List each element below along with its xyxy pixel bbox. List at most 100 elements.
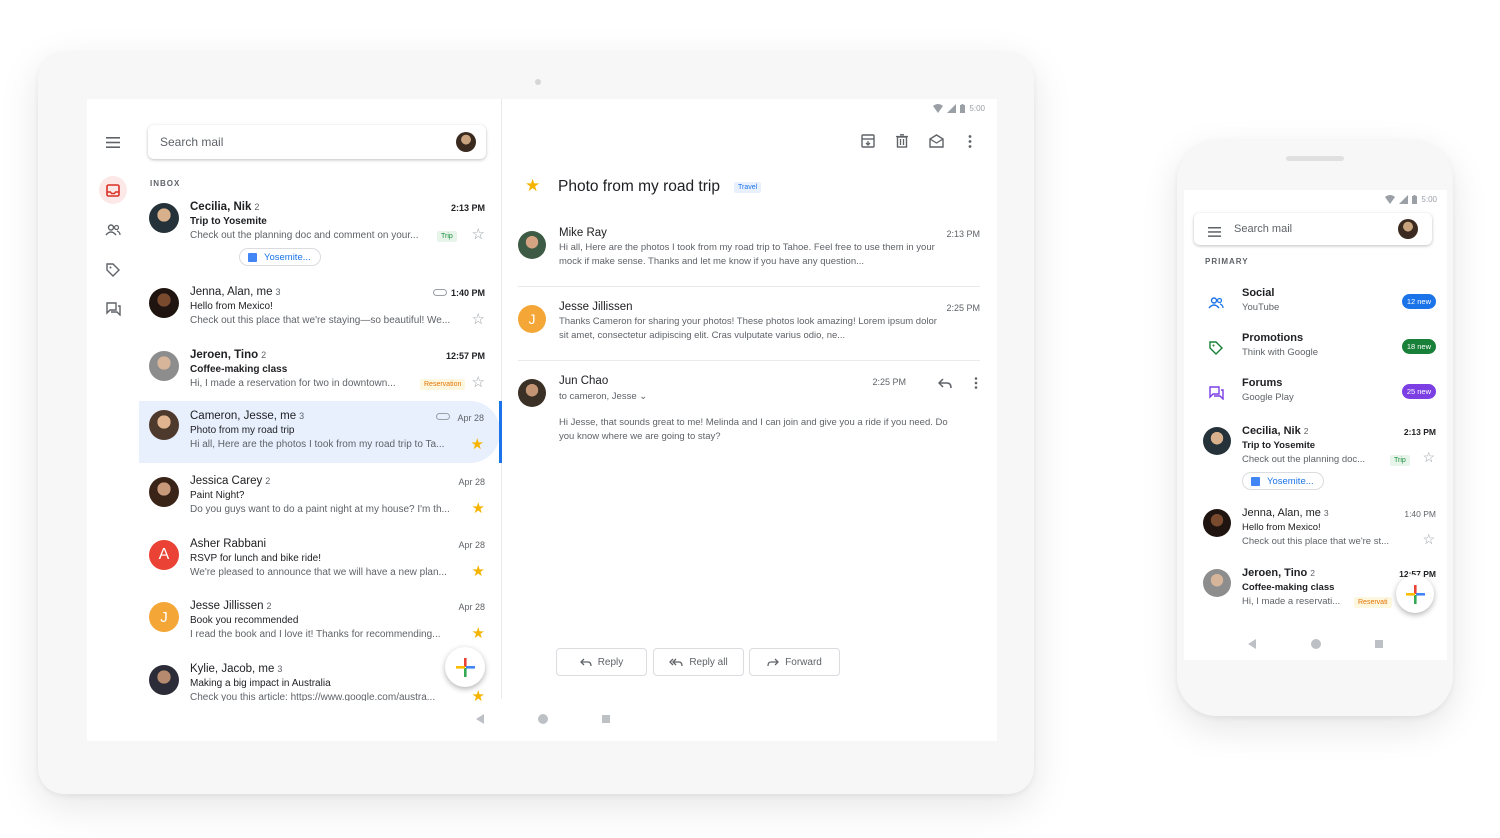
mail-time: 2:13 PM: [450, 203, 485, 213]
tag-icon[interactable]: [101, 258, 125, 282]
thread-message[interactable]: Mike Ray 2:13 PM Hi all, Here are the ph…: [518, 227, 982, 277]
avatar: [149, 203, 179, 233]
star-icon[interactable]: ☆: [472, 312, 485, 327]
account-avatar[interactable]: [1398, 219, 1418, 239]
mail-subject: Coffee-making class: [1242, 582, 1335, 593]
plus-icon: [456, 658, 475, 677]
message-time: 2:25 PM: [946, 303, 980, 313]
nav-recents-icon[interactable]: [602, 715, 610, 723]
nav-home-icon[interactable]: [1311, 639, 1321, 649]
mail-time: 1:40 PM: [1404, 509, 1436, 519]
avatar: [1203, 427, 1231, 455]
message-body: Hi all, Here are the photos I took from …: [559, 242, 935, 267]
list-item[interactable]: Jenna, Alan, me 3 1:40 PM Hello from Mexi…: [1184, 505, 1447, 563]
avatar: J: [149, 602, 179, 632]
divider: [518, 286, 980, 287]
avatar: [149, 288, 179, 318]
avatar: A: [149, 540, 179, 570]
attachment-chip[interactable]: Yosemite...: [1242, 472, 1324, 490]
forum-icon[interactable]: [101, 297, 125, 321]
mail-sender: Jeroen, Tino 2: [190, 349, 267, 361]
star-icon[interactable]: ☆: [472, 227, 485, 242]
pane-divider: [501, 99, 502, 699]
people-icon: [1206, 293, 1226, 313]
message-time: 2:13 PM: [946, 229, 980, 239]
compose-button[interactable]: [445, 647, 485, 687]
compose-button[interactable]: [1396, 575, 1434, 613]
doc-icon: [1251, 477, 1260, 486]
signal-icon: [947, 104, 957, 113]
mail-sender: Jenna, Alan, me 3: [190, 286, 281, 298]
forward-button[interactable]: Forward: [749, 648, 840, 676]
list-item[interactable]: Jenna, Alan, me 3 1:40 PM Hello from Mexi…: [139, 284, 501, 344]
status-time: 5:00: [969, 104, 985, 113]
people-icon[interactable]: [101, 218, 125, 242]
category-name: Forums: [1242, 377, 1283, 389]
thread-message[interactable]: J Jesse Jillissen 2:25 PM Thanks Cameron…: [518, 301, 982, 351]
menu-icon[interactable]: [1208, 224, 1221, 242]
reply-icon[interactable]: [937, 376, 952, 394]
nav-back-icon[interactable]: [1248, 639, 1256, 649]
thread-message-expanded[interactable]: Jun Chao to cameron, Jesse ⌄ 2:25 PM Hi …: [518, 375, 982, 455]
star-icon[interactable]: ★: [525, 176, 540, 196]
mail-sender: Jeroen, Tino 2: [1242, 567, 1315, 579]
mail-snippet: Hi, I made a reservati...: [1242, 596, 1341, 607]
list-item-selected[interactable]: Cameron, Jesse, me 3 Apr 28 Photo from my…: [139, 401, 500, 463]
label-chip-trip: Trip: [437, 231, 457, 242]
mail-sender: Asher Rabbani: [190, 538, 267, 550]
phone-screen: 5:00 Search mail PRIMARY Social YouTube …: [1184, 190, 1447, 660]
category-forums[interactable]: Forums Google Play 25 new: [1184, 377, 1447, 417]
star-icon[interactable]: ★: [471, 437, 484, 452]
account-avatar[interactable]: [456, 132, 476, 152]
system-nav-bar: [1184, 628, 1447, 660]
list-item[interactable]: Jeroen, Tino 2 12:57 PM Coffee-making cla…: [139, 347, 501, 407]
category-promotions[interactable]: Promotions Think with Google 18 new: [1184, 332, 1447, 372]
list-item[interactable]: A Asher Rabbani Apr 28 RSVP for lunch an…: [139, 536, 501, 596]
message-recipients[interactable]: to cameron, Jesse ⌄: [559, 391, 647, 402]
attachment-chip[interactable]: Yosemite...: [239, 248, 321, 266]
star-icon[interactable]: ★: [472, 564, 485, 579]
list-item[interactable]: Cecilia, Nik 2 2:13 PM Trip to Yosemite C…: [1184, 423, 1447, 490]
star-icon[interactable]: ★: [472, 626, 485, 641]
list-item[interactable]: Cecilia, Nik 2 2:13 PM Trip to Yosemite C…: [139, 199, 501, 266]
doc-icon: [248, 253, 257, 262]
message-time: 2:25 PM: [872, 377, 906, 387]
mail-snippet: Check out this place that we're staying—…: [190, 315, 451, 326]
wifi-icon: [933, 104, 944, 113]
phone-speaker: [1286, 156, 1344, 161]
label-chip-travel: Travel: [734, 182, 762, 193]
search-input[interactable]: Search mail: [148, 125, 486, 159]
category-social[interactable]: Social YouTube 12 new: [1184, 287, 1447, 327]
archive-icon[interactable]: [861, 134, 875, 153]
list-item[interactable]: Jessica Carey 2 Apr 28 Paint Night? Do yo…: [139, 473, 501, 533]
search-input[interactable]: Search mail: [1194, 213, 1432, 245]
divider: [518, 360, 980, 361]
mail-time: Apr 28: [458, 540, 485, 550]
nav-home-icon[interactable]: [538, 714, 548, 724]
mail-sender: Cecilia, Nik 2: [190, 201, 260, 213]
more-vert-icon[interactable]: [974, 376, 978, 394]
star-icon[interactable]: ☆: [472, 375, 485, 390]
tablet-screen: 5:00 Search mail INBOX Cecilia, Nik 2 2:1…: [87, 99, 997, 741]
mail-snippet: Check out the planning doc...: [1242, 454, 1366, 465]
star-icon[interactable]: ★: [472, 501, 485, 516]
mail-subject: Book you recommended: [190, 615, 299, 626]
more-vert-icon[interactable]: [968, 135, 972, 153]
star-icon[interactable]: ☆: [1422, 450, 1435, 464]
plus-icon: [1406, 585, 1425, 604]
avatar: J: [518, 305, 546, 333]
message-body: Hi Jesse, that sounds great to me! Melin…: [559, 417, 948, 442]
star-icon[interactable]: ☆: [1422, 532, 1435, 546]
mail-snippet: Check out the planning doc and comment o…: [190, 230, 419, 241]
delete-icon[interactable]: [896, 134, 908, 153]
mail-subject: RSVP for lunch and bike ride!: [190, 553, 322, 564]
mail-time: 12:57 PM: [445, 351, 485, 361]
mail-snippet: Hi, I made a reservation for two in down…: [190, 378, 396, 389]
menu-icon[interactable]: [101, 130, 125, 154]
reply-button[interactable]: Reply: [556, 648, 647, 676]
reply-all-button[interactable]: Reply all: [653, 648, 744, 676]
mark-unread-icon[interactable]: [929, 134, 944, 153]
inbox-icon[interactable]: [99, 176, 127, 204]
nav-recents-icon[interactable]: [1375, 640, 1383, 648]
nav-back-icon[interactable]: [476, 714, 484, 724]
